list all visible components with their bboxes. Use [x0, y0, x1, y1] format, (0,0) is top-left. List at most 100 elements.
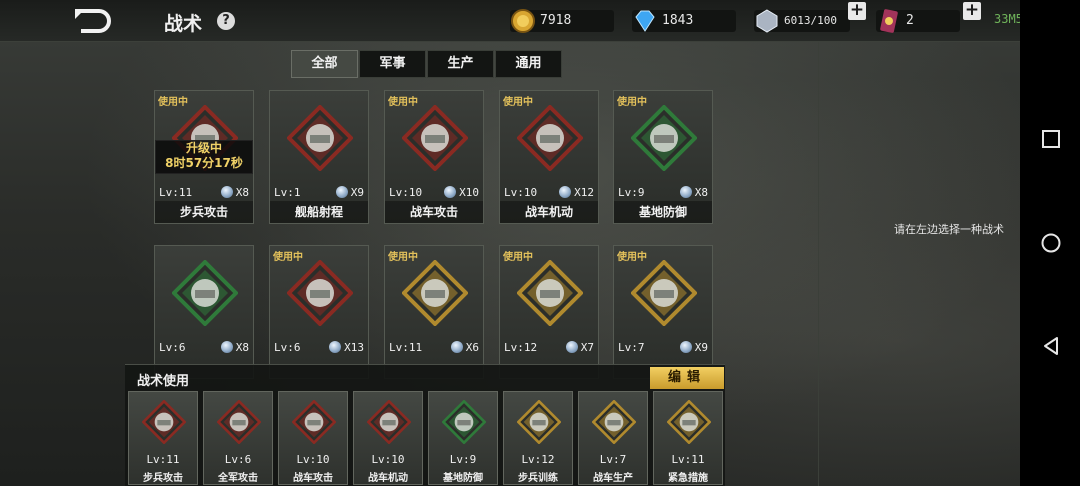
loadout-slot[interactable]: Lv:11 紧急措施 — [653, 391, 723, 485]
tactic-card[interactable]: 使用中 Lv:12 X7 — [499, 245, 599, 379]
tactic-count-value: X6 — [465, 341, 479, 354]
tactic-count: X7 — [565, 341, 594, 354]
slot-name: 战车机动 — [368, 473, 408, 484]
tactic-emblem-icon — [630, 259, 698, 327]
help-button[interactable]: ? — [217, 12, 235, 30]
slot-name: 全军攻击 — [218, 473, 258, 484]
filter-tabs: 全部 军事 生产 通用 — [291, 50, 563, 78]
tactic-card[interactable]: Lv:1 X9 舰船射程 — [269, 90, 369, 224]
tactic-name: 战车机动 — [500, 201, 598, 223]
tactic-emblem-icon — [401, 259, 469, 327]
tactic-level: Lv:11 — [159, 186, 193, 199]
slot-level: Lv:7 — [599, 453, 627, 466]
tactic-level: Lv:7 — [618, 341, 645, 354]
edit-button[interactable]: 编辑 — [650, 367, 724, 389]
top-bar: 战术 ? 7918 1843 6013/100 + 2 + 33M5 — [0, 0, 1023, 42]
tactic-emblem-icon — [401, 104, 469, 172]
tactic-level: Lv:11 — [389, 341, 423, 354]
home-icon[interactable] — [1040, 232, 1062, 254]
medal-card-icon — [880, 9, 898, 33]
tactic-level: Lv:10 — [389, 186, 423, 199]
tactic-card[interactable]: 使用中 Lv:6 X13 — [269, 245, 369, 379]
tactic-level: Lv:6 — [274, 341, 301, 354]
tactic-count-value: X13 — [344, 341, 364, 354]
tactic-card[interactable]: 使用中 Lv:10 X10 战车攻击 — [384, 90, 484, 224]
slot-level: Lv:6 — [224, 453, 252, 466]
add-silver-button[interactable]: + — [848, 2, 866, 20]
add-medal-button[interactable]: + — [963, 2, 981, 20]
tactic-count-value: X12 — [574, 186, 594, 199]
silver-gem-icon — [565, 341, 578, 353]
slot-name: 步兵攻击 — [143, 473, 183, 484]
tab-production[interactable]: 生产 — [427, 50, 494, 78]
tactic-card[interactable]: 使用中 Lv:11 X6 — [384, 245, 484, 379]
silver-gem-icon — [220, 341, 233, 353]
loadout-title: 战术使用 — [137, 374, 190, 389]
silver-gem-icon — [679, 341, 692, 353]
slot-level: Lv:11 — [671, 453, 705, 466]
silver-gem-icon — [329, 341, 342, 353]
tactic-count-value: X7 — [580, 341, 594, 354]
tactic-count-value: X8 — [235, 186, 249, 199]
slot-emblem-icon — [666, 399, 712, 445]
loadout-panel: 战术使用 编辑 Lv:11 步兵攻击 Lv:6 全军攻击 Lv:10 战车攻击 Lv:10 战… — [125, 364, 725, 486]
slot-emblem-icon — [291, 399, 337, 445]
tactic-count-value: X8 — [235, 341, 249, 354]
loadout-slot[interactable]: Lv:7 战车生产 — [578, 391, 648, 485]
system-nav-bar — [1020, 0, 1080, 486]
tactic-card[interactable]: 使用中 Lv:7 X9 — [613, 245, 713, 379]
upgrade-timer: 升级中 8时57分17秒 — [155, 140, 253, 174]
tactic-emblem-icon — [286, 104, 354, 172]
slot-name: 战车生产 — [593, 473, 633, 484]
slot-name: 紧急措施 — [668, 473, 708, 484]
tactic-count: X9 — [335, 186, 364, 199]
tactic-card[interactable]: 使用中 Lv:10 X12 战车机动 — [499, 90, 599, 224]
tactic-card[interactable]: 使用中 Lv:9 X8 基地防御 — [613, 90, 713, 224]
tactic-card[interactable]: Lv:6 X8 — [154, 245, 254, 379]
tactic-name: 基地防御 — [614, 201, 712, 223]
tactic-count: X13 — [329, 341, 364, 354]
gold-coin-icon — [511, 9, 535, 33]
page-title: 战术 — [164, 13, 203, 35]
loadout-slot[interactable]: Lv:12 步兵训练 — [503, 391, 573, 485]
recent-apps-icon[interactable] — [1040, 128, 1062, 150]
slot-level: Lv:10 — [296, 453, 330, 466]
panel-divider — [818, 42, 819, 486]
loadout-slot[interactable]: Lv:6 全军攻击 — [203, 391, 273, 485]
tab-military[interactable]: 军事 — [359, 50, 426, 78]
tactic-emblem-icon — [516, 259, 584, 327]
loadout-slot[interactable]: Lv:10 战车机动 — [353, 391, 423, 485]
loadout-slot[interactable]: Lv:11 步兵攻击 — [128, 391, 198, 485]
slot-emblem-icon — [591, 399, 637, 445]
tactic-count-value: X8 — [694, 186, 708, 199]
tactic-emblem-icon — [630, 104, 698, 172]
tactic-count: X9 — [679, 341, 708, 354]
tactic-count: X10 — [444, 186, 479, 199]
slot-emblem-icon — [441, 399, 487, 445]
slot-name: 战车攻击 — [293, 473, 333, 484]
silver-gem-icon — [679, 186, 692, 198]
tactic-count: X8 — [220, 186, 249, 199]
loadout-slot[interactable]: Lv:10 战车攻击 — [278, 391, 348, 485]
tactic-name: 步兵攻击 — [155, 201, 253, 223]
silver-gem-icon — [756, 9, 778, 33]
diamond-icon — [635, 10, 655, 32]
tactic-level: Lv:12 — [504, 341, 538, 354]
tactic-count: X8 — [679, 186, 708, 199]
back-button[interactable] — [62, 6, 120, 36]
loadout-slot[interactable]: Lv:9 基地防御 — [428, 391, 498, 485]
selection-hint: 请在左边选择一种战术 — [894, 223, 1004, 236]
tab-all[interactable]: 全部 — [291, 50, 358, 78]
tactic-emblem-icon — [286, 259, 354, 327]
silver-gem-icon — [220, 186, 233, 198]
tactic-count: X8 — [220, 341, 249, 354]
back-icon[interactable] — [1040, 335, 1062, 357]
silver-gem-icon — [450, 341, 463, 353]
tactic-count-value: X10 — [459, 186, 479, 199]
slot-level: Lv:11 — [146, 453, 180, 466]
tactic-emblem-icon — [171, 259, 239, 327]
status-clock: 33M5 — [994, 12, 1023, 26]
tab-general[interactable]: 通用 — [495, 50, 562, 78]
slot-name: 基地防御 — [443, 473, 483, 484]
tactic-count-value: X9 — [350, 186, 364, 199]
